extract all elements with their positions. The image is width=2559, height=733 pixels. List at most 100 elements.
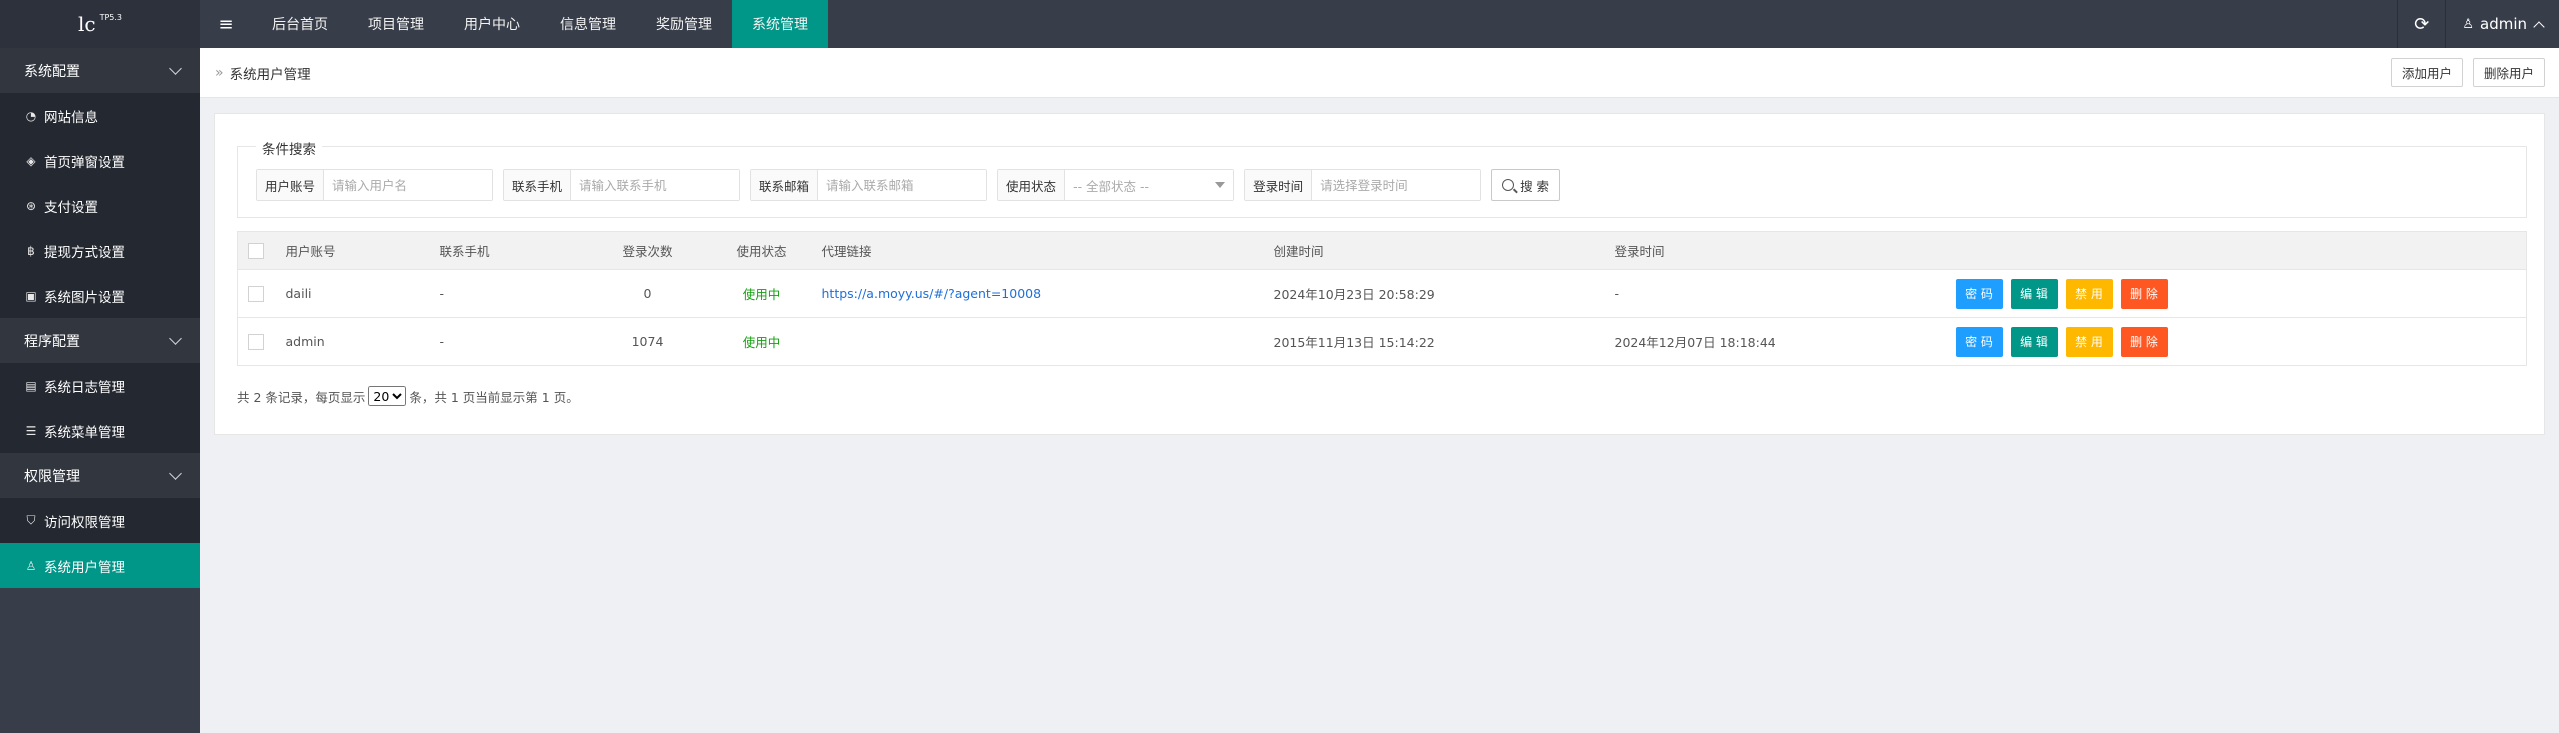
sidebar-item-label: 首页弹窗设置 <box>44 154 125 171</box>
nav-info[interactable]: 信息管理 <box>540 0 636 48</box>
col-status: 使用状态 <box>711 231 812 270</box>
account-input[interactable] <box>324 170 493 200</box>
row-select-cell <box>237 317 276 366</box>
bitcoin-icon: ฿ <box>27 243 35 258</box>
logo[interactable]: lc TP5.3 <box>0 0 200 48</box>
login-time-filter: 登录时间 <box>1244 169 1482 201</box>
login-time-label: 登录时间 <box>1245 170 1313 200</box>
nav-projects[interactable]: 项目管理 <box>348 0 444 48</box>
sidebar-item-withdraw[interactable]: ฿ 提现方式设置 <box>0 228 200 273</box>
nav-dashboard[interactable]: 后台首页 <box>252 0 348 48</box>
sidebar-item-label: 系统图片设置 <box>44 289 125 306</box>
delete-button[interactable]: 删 除 <box>2120 326 2168 357</box>
delete-user-button[interactable]: 删除用户 <box>2472 58 2545 87</box>
disable-button[interactable]: 禁 用 <box>2065 326 2113 357</box>
col-ops <box>1945 231 2527 270</box>
row-checkbox[interactable] <box>248 333 264 350</box>
sidebar: lc TP5.3 系统配置 ◔ 网站信息 ◈ 首页弹窗设置 ⊛ 支付设置 ฿ 提现方式设置… <box>0 0 200 733</box>
cell-ops: 密 码 编 辑 禁 用 删 除 <box>1945 269 2527 318</box>
users-table: 用户账号 联系手机 登录次数 使用状态 代理链接 创建时间 登录时间 daili… <box>237 231 2527 366</box>
dropdown-caret-icon <box>1215 182 1226 188</box>
sidebar-item-popup[interactable]: ◈ 首页弹窗设置 <box>0 138 200 183</box>
add-user-button[interactable]: 添加用户 <box>2390 58 2463 87</box>
refresh-icon[interactable]: ⟳ <box>2397 0 2445 48</box>
search-fieldset: 条件搜索 用户账号 联系手机 联系邮箱 使用状态-- 全部状态 -- 登录时间 … <box>237 138 2527 218</box>
user-menu[interactable]: ♙ admin <box>2445 0 2559 48</box>
section-label: 系统配置 <box>24 63 80 80</box>
section-label: 权限管理 <box>24 468 80 485</box>
cell-ops: 密 码 编 辑 禁 用 删 除 <box>1945 317 2527 366</box>
row-checkbox[interactable] <box>248 285 264 302</box>
cell-agent-link[interactable]: https://a.moyy.us/#/?agent=10008 <box>811 269 1264 318</box>
cell-status: 使用中 <box>711 317 812 366</box>
sidebar-item-images[interactable]: ▣ 系统图片设置 <box>0 273 200 318</box>
cell-created: 2024年10月23日 20:58:29 <box>1263 269 1605 318</box>
sidebar-section-permissions[interactable]: 权限管理 <box>0 453 200 498</box>
sidebar-item-system-users[interactable]: ♙ 系统用户管理 <box>0 543 200 588</box>
payment-icon: ⊛ <box>25 198 37 213</box>
chevron-down-icon <box>169 62 182 75</box>
account-filter: 用户账号 <box>256 169 494 201</box>
cell-account: admin <box>275 317 430 366</box>
nav-user-center[interactable]: 用户中心 <box>444 0 540 48</box>
user-icon: ♙ <box>25 558 37 573</box>
edit-button[interactable]: 编 辑 <box>2010 326 2058 357</box>
sidebar-section-program-config[interactable]: 程序配置 <box>0 318 200 363</box>
image-icon: ▣ <box>25 288 37 303</box>
pagination-suffix: 条，共 1 页当前显示第 1 页。 <box>409 389 579 405</box>
cell-login-time: 2024年12月07日 18:18:44 <box>1604 317 1946 366</box>
cell-phone: - <box>429 317 584 366</box>
username: admin <box>2480 15 2527 33</box>
col-login-time: 登录时间 <box>1604 231 1946 270</box>
search-icon <box>1502 179 1515 191</box>
select-all-checkbox[interactable] <box>248 242 264 259</box>
table-row: admin - 1074 使用中 2015年11月13日 15:14:22 20… <box>237 317 2527 366</box>
select-all-cell <box>237 231 276 270</box>
cell-account: daili <box>275 269 430 318</box>
nav-rewards[interactable]: 奖励管理 <box>636 0 732 48</box>
sidebar-item-payment[interactable]: ⊛ 支付设置 <box>0 183 200 228</box>
hamburger-menu-icon[interactable]: ≡ <box>200 0 252 48</box>
cell-logins: 1074 <box>583 317 712 366</box>
col-logins: 登录次数 <box>583 231 712 270</box>
table-row: daili - 0 使用中 https://a.moyy.us/#/?agent… <box>237 269 2527 318</box>
email-filter: 联系邮箱 <box>750 169 988 201</box>
sidebar-section-system-config[interactable]: 系统配置 <box>0 48 200 93</box>
search-button-label: 搜 索 <box>1520 178 1550 194</box>
sidebar-item-label: 访问权限管理 <box>44 514 125 531</box>
top-navbar: ≡ 后台首页 项目管理 用户中心 信息管理 奖励管理 系统管理 ⟳ ♙ admin <box>200 0 2559 48</box>
phone-input[interactable] <box>571 170 740 200</box>
nav-system[interactable]: 系统管理 <box>732 0 828 48</box>
col-account: 用户账号 <box>275 231 430 270</box>
password-button[interactable]: 密 码 <box>1955 278 2003 309</box>
sidebar-item-logs[interactable]: ▤ 系统日志管理 <box>0 363 200 408</box>
sidebar-item-access[interactable]: ⛉ 访问权限管理 <box>0 498 200 543</box>
page-title: 系统用户管理 <box>229 66 311 83</box>
breadcrumb: » 系统用户管理 添加用户 删除用户 <box>200 48 2559 98</box>
cell-agent-link <box>811 317 1264 366</box>
email-input[interactable] <box>818 170 987 200</box>
logo-text: lc <box>77 12 96 36</box>
account-label: 用户账号 <box>257 170 325 200</box>
logo-version: TP5.3 <box>99 12 123 22</box>
status-label: 使用状态 <box>998 170 1066 200</box>
sidebar-item-label: 系统日志管理 <box>44 379 125 396</box>
sidebar-item-label: 网站信息 <box>44 109 98 126</box>
status-select[interactable]: -- 全部状态 -- <box>1065 170 1234 200</box>
sidebar-item-site-info[interactable]: ◔ 网站信息 <box>0 93 200 138</box>
search-button[interactable]: 搜 索 <box>1491 169 1561 201</box>
double-chevron-icon: » <box>215 64 224 81</box>
edit-button[interactable]: 编 辑 <box>2010 278 2058 309</box>
chevron-down-icon <box>169 332 182 345</box>
cell-login-time: - <box>1604 269 1946 318</box>
cell-phone: - <box>429 269 584 318</box>
disable-button[interactable]: 禁 用 <box>2065 278 2113 309</box>
delete-button[interactable]: 删 除 <box>2120 278 2168 309</box>
email-label: 联系邮箱 <box>751 170 819 200</box>
cell-created: 2015年11月13日 15:14:22 <box>1263 317 1605 366</box>
per-page-select[interactable]: 20 <box>368 386 407 406</box>
sidebar-item-menus[interactable]: ☰ 系统菜单管理 <box>0 408 200 453</box>
password-button[interactable]: 密 码 <box>1955 326 2003 357</box>
pagination-prefix: 共 2 条记录，每页显示 <box>237 389 366 405</box>
login-time-input[interactable] <box>1312 170 1481 200</box>
